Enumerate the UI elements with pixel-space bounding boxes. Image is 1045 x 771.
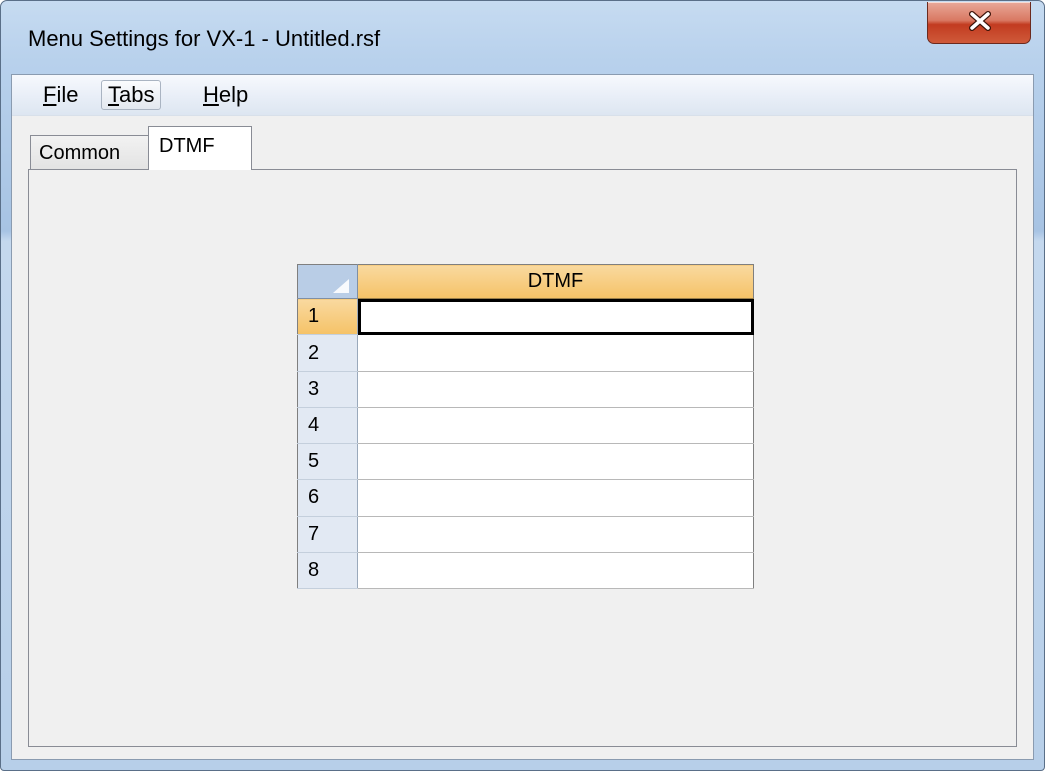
menu-bar: File Tabs Help [12, 75, 1033, 116]
row-header[interactable]: 1 [297, 298, 358, 336]
table-row: 3 [297, 371, 754, 408]
table-row: 7 [297, 516, 754, 553]
table-row: 8 [297, 552, 754, 590]
grid-header-row: DTMF [297, 264, 754, 300]
select-all-triangle-icon [333, 279, 349, 294]
table-row: 6 [297, 479, 754, 517]
table-row: 4 [297, 407, 754, 445]
dtmf-cell[interactable] [357, 552, 754, 590]
dtmf-cell[interactable] [357, 298, 754, 336]
app-window: Menu Settings for VX-1 - Untitled.rsf Fi… [0, 0, 1045, 771]
row-header[interactable]: 7 [297, 516, 358, 553]
tab-common[interactable]: Common [30, 135, 149, 169]
menu-help-label: elp [218, 82, 249, 107]
row-header[interactable]: 3 [297, 371, 358, 408]
row-header[interactable]: 6 [297, 479, 358, 517]
table-row: 1 [297, 298, 754, 336]
row-header[interactable]: 2 [297, 334, 358, 372]
close-x-icon [969, 11, 991, 31]
menu-tabs[interactable]: Tabs [101, 80, 162, 110]
dtmf-cell[interactable] [357, 371, 754, 408]
menu-file-mnemonic: F [43, 82, 57, 107]
title-bar[interactable]: Menu Settings for VX-1 - Untitled.rsf [1, 1, 1044, 73]
menu-file-label: ile [56, 82, 79, 107]
close-button[interactable] [927, 2, 1031, 44]
dtmf-cell[interactable] [357, 407, 754, 445]
dtmf-cell[interactable] [357, 443, 754, 481]
table-row: 2 [297, 334, 754, 372]
dtmf-grid: DTMF 1 2 3 4 5 6 7 8 [297, 264, 754, 590]
select-all-corner[interactable] [297, 264, 358, 300]
row-header[interactable]: 8 [297, 552, 358, 590]
column-header-dtmf[interactable]: DTMF [357, 264, 754, 300]
menu-tabs-label: abs [119, 82, 155, 107]
menu-help-mnemonic: H [203, 82, 219, 107]
row-header[interactable]: 5 [297, 443, 358, 481]
menu-file[interactable]: File [36, 80, 85, 110]
row-header[interactable]: 4 [297, 407, 358, 445]
window-title: Menu Settings for VX-1 - Untitled.rsf [28, 26, 381, 51]
dtmf-cell[interactable] [357, 479, 754, 517]
menu-tabs-mnemonic: T [108, 82, 119, 107]
menu-help[interactable]: Help [196, 80, 255, 110]
dtmf-cell[interactable] [357, 334, 754, 372]
dtmf-cell[interactable] [357, 516, 754, 553]
table-row: 5 [297, 443, 754, 481]
tab-dtmf[interactable]: DTMF [148, 126, 252, 170]
